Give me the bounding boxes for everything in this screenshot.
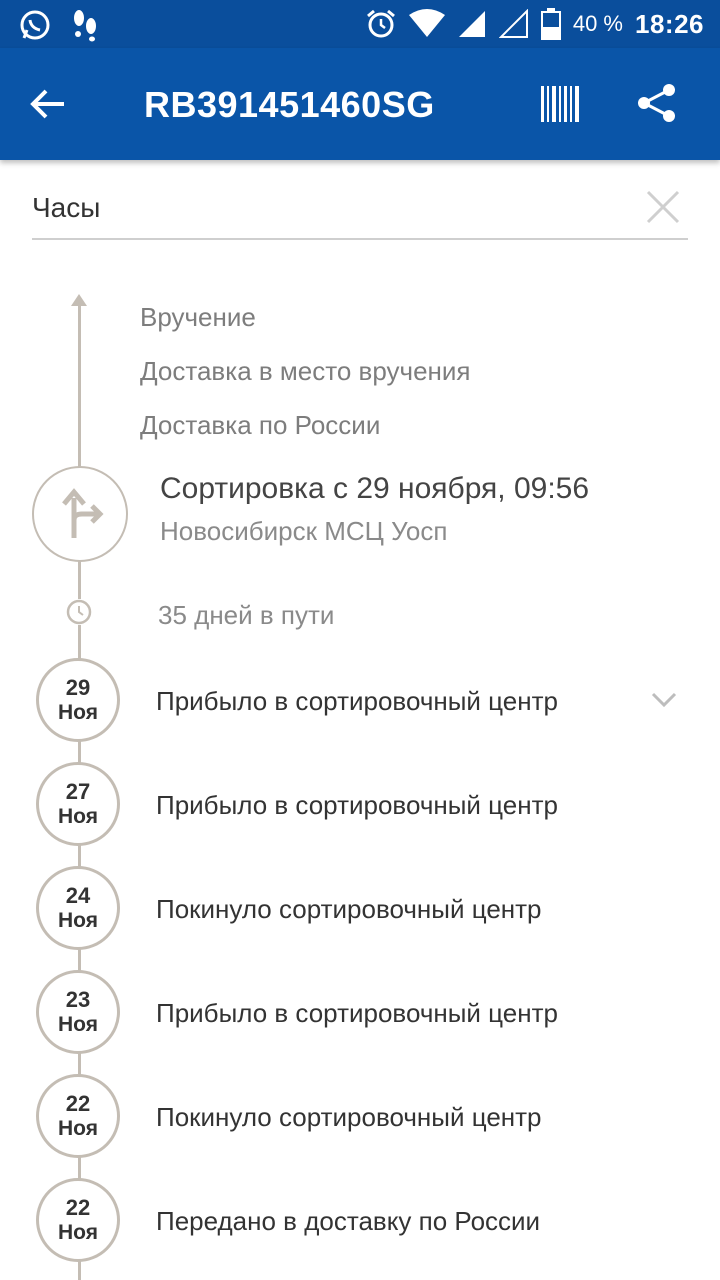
event-day: 22: [65, 1195, 91, 1220]
clock-icon: [66, 599, 92, 625]
chevron-down-icon[interactable]: [650, 690, 678, 710]
event-day: 24: [65, 883, 91, 908]
event-description[interactable]: Покинуло сортировочный центр: [156, 1102, 542, 1133]
sorting-turn-icon: [62, 488, 104, 538]
event-month: Ноя: [58, 701, 98, 724]
event-month: Ноя: [58, 805, 98, 828]
status-bar: 40 % 18:26: [0, 0, 720, 48]
event-date-badge: 22 Ноя: [36, 1074, 120, 1158]
event-date-badge: 24 Ноя: [36, 866, 120, 950]
tracking-number-title: RB391451460SG: [144, 84, 435, 125]
future-step: Доставка в место вручения: [140, 356, 471, 386]
event-day: 27: [65, 779, 91, 804]
clock-time: 18:26: [635, 8, 704, 39]
future-step: Доставка по России: [140, 410, 381, 440]
event-description[interactable]: Покинуло сортировочный центр: [156, 894, 542, 925]
current-status-circle: [32, 466, 128, 562]
current-status-location: Новосибирск МСЦ Уосп: [160, 516, 448, 546]
battery-percent: 40 %: [572, 11, 623, 36]
wifi-icon: [408, 9, 445, 37]
whatsapp-icon: [20, 10, 50, 40]
event-description[interactable]: Прибыло в сортировочный центр: [156, 998, 558, 1029]
battery-icon: [540, 8, 561, 40]
event-date-badge: 22 Ноя: [36, 1178, 120, 1262]
days-in-transit: 35 дней в пути: [158, 600, 335, 630]
back-arrow-icon[interactable]: [28, 84, 68, 124]
event-description[interactable]: Прибыло в сортировочный центр: [156, 790, 558, 821]
signal-icon: [458, 11, 485, 37]
app-toolbar: RB391451460SG: [0, 48, 720, 160]
event-month: Ноя: [58, 1221, 98, 1244]
signal-empty-icon: [498, 9, 528, 38]
event-month: Ноя: [58, 909, 98, 932]
footsteps-icon: [74, 10, 96, 42]
event-month: Ноя: [58, 1013, 98, 1036]
alarm-icon: [366, 9, 395, 38]
event-description[interactable]: Передано в доставку по России: [156, 1206, 540, 1237]
timeline-arrow-up-icon: [71, 294, 87, 306]
event-month: Ноя: [58, 1117, 98, 1140]
event-date-badge: 27 Ноя: [36, 762, 120, 846]
close-icon[interactable]: [646, 190, 680, 224]
barcode-icon[interactable]: [540, 84, 580, 124]
event-day: 23: [65, 987, 91, 1012]
share-icon[interactable]: [636, 82, 678, 124]
parcel-name-input[interactable]: [32, 186, 622, 230]
event-description[interactable]: Прибыло в сортировочный центр: [156, 686, 558, 717]
event-date-badge: 23 Ноя: [36, 970, 120, 1054]
event-day: 22: [65, 1091, 91, 1116]
event-date-badge: 29 Ноя: [36, 658, 120, 742]
future-step: Вручение: [140, 302, 256, 332]
parcel-name-field: [32, 180, 688, 240]
event-day: 29: [65, 675, 91, 700]
current-status-title: Сортировка с 29 ноября, 09:56: [160, 472, 590, 505]
